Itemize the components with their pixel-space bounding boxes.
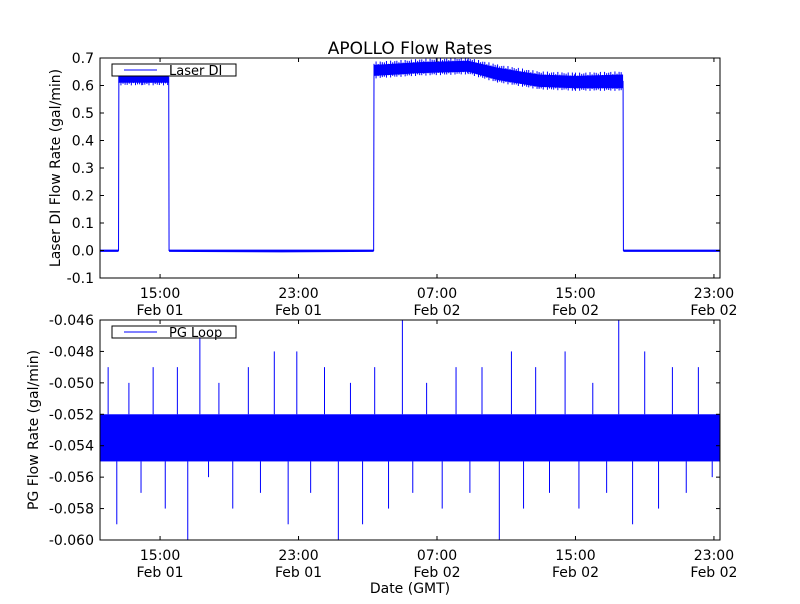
- legend: PG Loop: [111, 325, 237, 341]
- pg-loop-noise-band: [100, 414, 720, 462]
- legend-label: PG Loop: [169, 326, 222, 341]
- x-tick-label-date: Feb 01: [137, 565, 184, 581]
- x-tick-label-date: Feb 01: [137, 303, 184, 319]
- bottom-y-axis-label: PG Flow Rate (gal/min): [26, 350, 42, 510]
- x-tick-label-date: Feb 01: [275, 303, 322, 319]
- x-tick-label-date: Feb 02: [552, 303, 599, 319]
- plot-frame: [99, 57, 721, 279]
- x-tick-label-time: 15:00: [555, 286, 595, 302]
- legend-label: Laser DI: [169, 64, 222, 79]
- chart-title: APOLLO Flow Rates: [328, 39, 493, 59]
- data-layer: [100, 58, 720, 253]
- y-tick-label: 0.5: [72, 106, 94, 122]
- y-tick-label: -0.054: [49, 439, 94, 455]
- y-tick-label: 0.6: [72, 79, 94, 95]
- x-tick-label-time: 15:00: [140, 286, 180, 302]
- x-tick-label-date: Feb 02: [413, 303, 460, 319]
- x-tick-label-time: 15:00: [555, 548, 595, 564]
- x-tick-label-date: Feb 02: [690, 565, 737, 581]
- y-tick-label: 0.0: [72, 244, 94, 260]
- y-tick-label: 0.3: [72, 161, 94, 177]
- y-tick-label: -0.060: [49, 533, 94, 549]
- x-tick-label-date: Feb 01: [275, 565, 322, 581]
- y-tick-label: 0.7: [72, 51, 94, 67]
- y-tick-label: 0.1: [72, 216, 94, 232]
- x-axis-label: Date (GMT): [370, 581, 450, 597]
- x-tick-label-time: 23:00: [278, 548, 318, 564]
- laser-di-noise-band: [100, 60, 720, 253]
- x-tick-label-time: 07:00: [417, 548, 457, 564]
- x-tick-label-date: Feb 02: [413, 565, 460, 581]
- x-tick-label-time: 23:00: [694, 548, 734, 564]
- x-tick-label-time: 23:00: [694, 286, 734, 302]
- data-layer: [100, 320, 720, 540]
- y-tick-label: -0.050: [49, 376, 94, 392]
- y-tick-label: -0.048: [49, 344, 94, 360]
- top-plot: -0.10.00.10.20.30.40.50.60.715:00Feb 012…: [67, 51, 738, 319]
- x-tick-label-time: 15:00: [140, 548, 180, 564]
- y-tick-label: -0.052: [49, 407, 94, 423]
- y-tick-label: -0.1: [67, 271, 94, 287]
- y-tick-label: 0.4: [72, 134, 94, 150]
- y-tick-label: 0.2: [72, 189, 94, 205]
- x-tick-label-date: Feb 02: [552, 565, 599, 581]
- x-tick-label-time: 07:00: [417, 286, 457, 302]
- y-tick-label: -0.056: [49, 470, 94, 486]
- y-tick-label: -0.046: [49, 313, 94, 329]
- bottom-plot: -0.060 -0.058 -0.056 -0.054 -0.052 -0.050 -0.0…: [49, 313, 738, 581]
- figure: APOLLO Flow Rates Laser DI Flow Rate (ga…: [0, 0, 800, 600]
- chart-canvas: APOLLO Flow Rates Laser DI Flow Rate (ga…: [26, 39, 738, 597]
- x-tick-label-time: 23:00: [278, 286, 318, 302]
- laser-di-line: [100, 65, 720, 252]
- y-tick-label: -0.058: [49, 502, 94, 518]
- top-y-axis-label: Laser DI Flow Rate (gal/min): [48, 69, 64, 267]
- x-tick-label-date: Feb 02: [690, 303, 737, 319]
